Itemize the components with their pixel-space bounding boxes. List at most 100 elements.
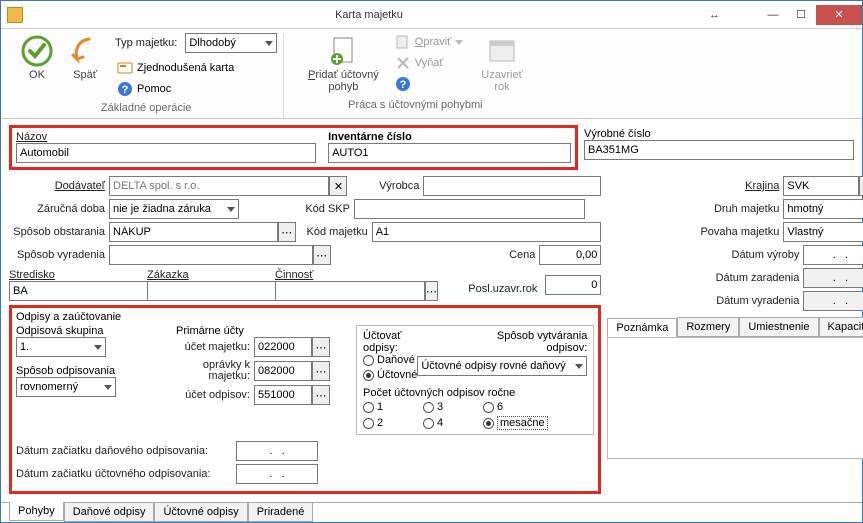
tab-location[interactable]: Umiestnenie: [739, 317, 818, 336]
inventory-number-label: Inventárne číslo: [328, 131, 571, 143]
skp-input[interactable]: [354, 199, 585, 219]
document-plus-icon: [327, 35, 359, 67]
card-icon: [117, 60, 133, 76]
ribbon-group-caption: Základné operácie: [15, 98, 277, 116]
last-close-year-input[interactable]: [545, 275, 601, 295]
date-in-label: Dátum zaradenia: [699, 272, 803, 284]
add-move-button[interactable]: Pridať účtovnýpohyb: [302, 33, 385, 95]
count-4-radio[interactable]: 4: [423, 416, 483, 430]
close-year-button[interactable]: Uzavrieťrok: [475, 33, 528, 95]
dep-group-select[interactable]: 1.: [16, 337, 106, 357]
create-method-label: Spôsob vytváraniaodpisov:: [417, 330, 587, 354]
discard-label: Spôsob vyradenia: [9, 249, 109, 261]
warranty-select[interactable]: nie je žiadna záruka: [109, 199, 239, 219]
depreciation-title: Odpisy a zaúčtovanie: [16, 311, 594, 323]
acct-corr-lookup-button[interactable]: ⋯: [312, 361, 330, 381]
count-monthly-radio[interactable]: mesačne: [483, 416, 563, 430]
acct-corr-input[interactable]: [254, 361, 312, 381]
book-tax-radio[interactable]: Daňové: [363, 354, 415, 366]
tab-note[interactable]: Poznámka: [607, 318, 677, 337]
help-button[interactable]: ? Pomoc: [115, 80, 277, 98]
count-2-radio[interactable]: 2: [363, 416, 423, 430]
bottom-tab-assigned[interactable]: Priradené: [248, 503, 314, 522]
discard-input[interactable]: [109, 245, 313, 265]
tab-dimensions[interactable]: Rozmery: [677, 317, 739, 336]
maximize-button[interactable]: ☐: [788, 5, 814, 25]
acct-asset-lookup-button[interactable]: ⋯: [312, 337, 330, 357]
supplier-clear-button[interactable]: ✕: [329, 176, 347, 196]
svg-text:?: ?: [399, 79, 406, 91]
price-label: Cena: [499, 249, 539, 261]
create-method-select[interactable]: Účtovné odpisy rovné daňový: [417, 356, 587, 376]
bottom-tab-acc-dep[interactable]: Účtovné odpisy: [154, 503, 247, 522]
dep-group-label: Odpisová skupina: [16, 325, 166, 337]
chevron-down-icon: [94, 345, 102, 350]
acct-asset-input[interactable]: [254, 337, 312, 357]
asset-kind-select[interactable]: hmotný: [783, 199, 863, 219]
obtain-lookup-button[interactable]: ⋯: [278, 222, 296, 242]
acc-start-input[interactable]: [236, 464, 318, 484]
calendar-lock-icon: [486, 35, 518, 67]
asset-nature-label: Povaha majetku: [689, 226, 783, 238]
check-circle-icon: [21, 35, 53, 67]
maker-input[interactable]: [423, 176, 601, 196]
remove-button[interactable]: Vyňať: [393, 54, 466, 72]
bottom-tab-moves[interactable]: Pohyby: [9, 502, 64, 521]
name-input[interactable]: [16, 143, 316, 163]
book-acc-radio[interactable]: Účtovné: [363, 369, 417, 381]
help-icon: ?: [395, 76, 411, 92]
count-6-radio[interactable]: 6: [483, 401, 563, 413]
acct-dep-label: účet odpisov:: [176, 389, 254, 401]
warranty-label: Záručná doba: [9, 203, 109, 215]
price-input[interactable]: [539, 245, 601, 265]
asset-kind-label: Druh majetku: [693, 203, 783, 215]
edit-button[interactable]: Opraviť: [393, 33, 466, 51]
close-button[interactable]: ✕: [816, 5, 862, 25]
dep-method-label: Spôsob odpisovania: [16, 365, 166, 377]
radio-icon: [363, 418, 374, 429]
document-edit-icon: [395, 34, 411, 50]
obtain-label: Spôsob obstarania: [9, 226, 109, 238]
acct-corr-label: oprávky kmajetku:: [176, 360, 254, 382]
svg-text:?: ?: [122, 84, 129, 96]
asset-nature-select[interactable]: Vlastný: [783, 222, 863, 242]
acct-dep-lookup-button[interactable]: ⋯: [312, 385, 330, 405]
back-button[interactable]: Späť: [63, 33, 107, 83]
asset-code-input[interactable]: [372, 222, 602, 242]
date-in-input[interactable]: [803, 268, 863, 288]
asset-code-label: Kód majetku: [296, 226, 372, 238]
serial-number-input[interactable]: [584, 140, 854, 160]
tab-capacity[interactable]: Kapacita: [819, 317, 863, 336]
note-textarea[interactable]: [607, 337, 863, 459]
discard-lookup-button[interactable]: ⋯: [313, 245, 331, 265]
app-icon: [7, 7, 23, 23]
made-date-input[interactable]: [803, 245, 863, 265]
radio-icon: [423, 418, 434, 429]
help2-button[interactable]: ?: [393, 75, 466, 93]
last-close-year-label: Posl.uzavr.rok: [468, 283, 541, 295]
inventory-number-input[interactable]: [328, 143, 571, 163]
resize-handle-icon[interactable]: ↔: [709, 9, 718, 21]
primary-accounts-label: Primárne účty: [176, 325, 346, 337]
center-input[interactable]: [9, 281, 159, 301]
tax-start-input[interactable]: [236, 441, 318, 461]
activity-label: Činnosť: [275, 269, 395, 281]
count-3-radio[interactable]: 3: [423, 401, 483, 413]
ok-button[interactable]: OK: [15, 33, 59, 83]
acct-dep-input[interactable]: [254, 385, 312, 405]
country-label: Krajina: [729, 180, 783, 192]
acct-asset-label: účet majetku:: [176, 341, 254, 353]
bottom-tab-tax-dep[interactable]: Daňové odpisy: [64, 503, 155, 522]
radio-icon: [363, 370, 374, 381]
country-lookup-button[interactable]: ⋯: [859, 176, 863, 196]
minimize-button[interactable]: —: [760, 5, 786, 25]
obtain-input[interactable]: [109, 222, 278, 242]
radio-icon: [483, 418, 494, 429]
date-out-input[interactable]: [803, 291, 863, 311]
count-1-radio[interactable]: 1: [363, 401, 423, 413]
simplified-card-button[interactable]: Zjednodušená karta: [115, 59, 277, 77]
asset-type-select[interactable]: Dlhodobý: [185, 33, 277, 53]
dep-method-select[interactable]: rovnomerný: [16, 377, 116, 397]
supplier-input[interactable]: [109, 176, 329, 196]
country-input[interactable]: [783, 176, 859, 196]
